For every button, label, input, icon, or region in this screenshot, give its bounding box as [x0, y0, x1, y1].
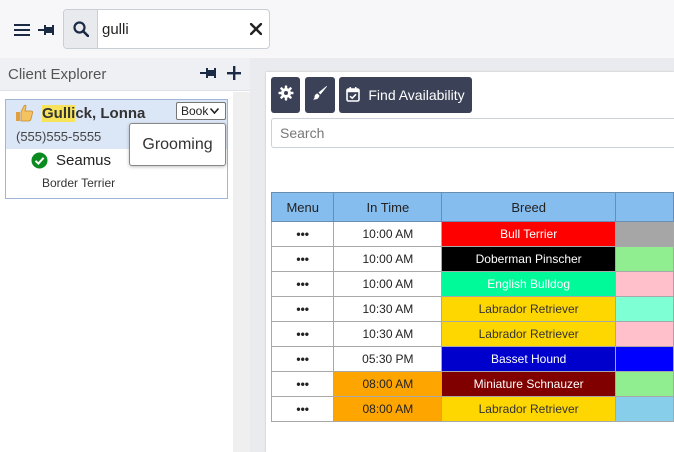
row-in-time: 08:00 AM — [333, 371, 443, 397]
row-extra-cell — [615, 246, 674, 272]
row-extra-cell — [615, 321, 674, 347]
client-name-highlight: Gulli — [42, 105, 76, 122]
row-menu-button[interactable]: ••• — [270, 346, 335, 372]
clear-search-icon[interactable] — [246, 19, 266, 39]
client-search-box — [63, 9, 270, 49]
search-input[interactable] — [102, 19, 232, 39]
table-row[interactable]: ••• 10:00 AM English Bulldog — [270, 271, 674, 297]
row-in-time: 10:00 AM — [333, 221, 443, 247]
chevron-down-icon — [210, 106, 220, 116]
row-menu-button[interactable]: ••• — [270, 396, 335, 422]
hamburger-menu-icon[interactable] — [12, 20, 32, 40]
row-breed: Basset Hound — [441, 346, 617, 372]
table-row[interactable]: ••• 10:30 AM Labrador Retriever — [270, 296, 674, 322]
client-name-rest: ck, Lonna — [75, 105, 146, 122]
calendar-check-icon — [346, 86, 361, 105]
row-extra-cell — [615, 371, 674, 397]
gear-icon — [278, 85, 294, 106]
column-header-in-time[interactable]: In Time — [333, 192, 443, 222]
client-phone: (555)555-5555 — [16, 129, 102, 144]
row-extra-cell — [615, 346, 674, 372]
row-menu-button[interactable]: ••• — [270, 371, 335, 397]
row-in-time: 10:30 AM — [333, 296, 443, 322]
row-in-time: 05:30 PM — [333, 346, 443, 372]
row-menu-button[interactable]: ••• — [270, 221, 335, 247]
search-icon[interactable] — [64, 10, 98, 48]
row-in-time: 10:30 AM — [333, 321, 443, 347]
row-extra-cell — [615, 271, 674, 297]
column-header-breed[interactable]: Breed — [441, 192, 617, 222]
row-in-time: 10:00 AM — [333, 271, 443, 297]
row-menu-button[interactable]: ••• — [270, 246, 335, 272]
pin-icon[interactable] — [37, 20, 55, 40]
find-availability-label: Find Availability — [368, 87, 465, 103]
table-row[interactable]: ••• 10:30 AM Labrador Retriever — [270, 321, 674, 347]
service-tooltip: Grooming — [129, 123, 226, 166]
client-explorer-panel: Client Explorer Gullick, Lonna Book (555… — [0, 58, 250, 452]
grid-search-box — [271, 118, 674, 148]
pin-panel-icon[interactable] — [200, 66, 216, 82]
row-breed: Doberman Pinscher — [441, 246, 617, 272]
row-in-time: 10:00 AM — [333, 246, 443, 272]
row-breed: English Bulldog — [441, 271, 617, 297]
thumbs-up-icon — [14, 103, 34, 128]
client-name[interactable]: Gullick, Lonna — [42, 105, 145, 122]
style-button[interactable] — [305, 77, 335, 113]
grid-search-input[interactable] — [280, 125, 660, 141]
table-row[interactable]: ••• 05:30 PM Basset Hound — [270, 346, 674, 372]
paint-brush-icon — [312, 85, 328, 106]
row-menu-button[interactable]: ••• — [270, 321, 335, 347]
column-header-menu[interactable]: Menu — [270, 192, 335, 222]
find-availability-button[interactable]: Find Availability — [339, 77, 472, 113]
book-select[interactable]: Book — [176, 102, 226, 120]
row-breed: Bull Terrier — [441, 221, 617, 247]
row-menu-button[interactable]: ••• — [270, 271, 335, 297]
book-select-label: Book — [181, 104, 209, 118]
row-in-time: 08:00 AM — [333, 396, 443, 422]
pet-breed: Border Terrier — [42, 176, 116, 190]
row-breed: Labrador Retriever — [441, 396, 617, 422]
row-breed: Labrador Retriever — [441, 321, 617, 347]
row-breed: Miniature Schnauzer — [441, 371, 617, 397]
row-extra-cell — [615, 396, 674, 422]
table-header-row: Menu In Time Breed — [270, 192, 674, 222]
table-row[interactable]: ••• 08:00 AM Labrador Retriever — [270, 396, 674, 422]
panel-title: Client Explorer — [8, 66, 107, 83]
client-explorer-header: Client Explorer — [0, 58, 250, 91]
table-row[interactable]: ••• 10:00 AM Bull Terrier — [270, 221, 674, 247]
top-bar — [0, 0, 674, 58]
row-breed: Labrador Retriever — [441, 296, 617, 322]
row-extra-cell — [615, 221, 674, 247]
check-circle-icon — [31, 152, 49, 170]
add-client-icon[interactable] — [227, 63, 243, 83]
column-header-extra[interactable] — [615, 192, 674, 222]
scrollbar[interactable] — [233, 92, 250, 452]
table-row[interactable]: ••• 08:00 AM Miniature Schnauzer — [270, 371, 674, 397]
pet-name[interactable]: Seamus — [56, 152, 111, 169]
row-extra-cell — [615, 296, 674, 322]
settings-button[interactable] — [271, 77, 300, 113]
row-menu-button[interactable]: ••• — [270, 296, 335, 322]
table-row[interactable]: ••• 10:00 AM Doberman Pinscher — [270, 246, 674, 272]
appointments-table: Menu In Time Breed ••• 10:00 AM Bull Terri… — [270, 192, 674, 422]
